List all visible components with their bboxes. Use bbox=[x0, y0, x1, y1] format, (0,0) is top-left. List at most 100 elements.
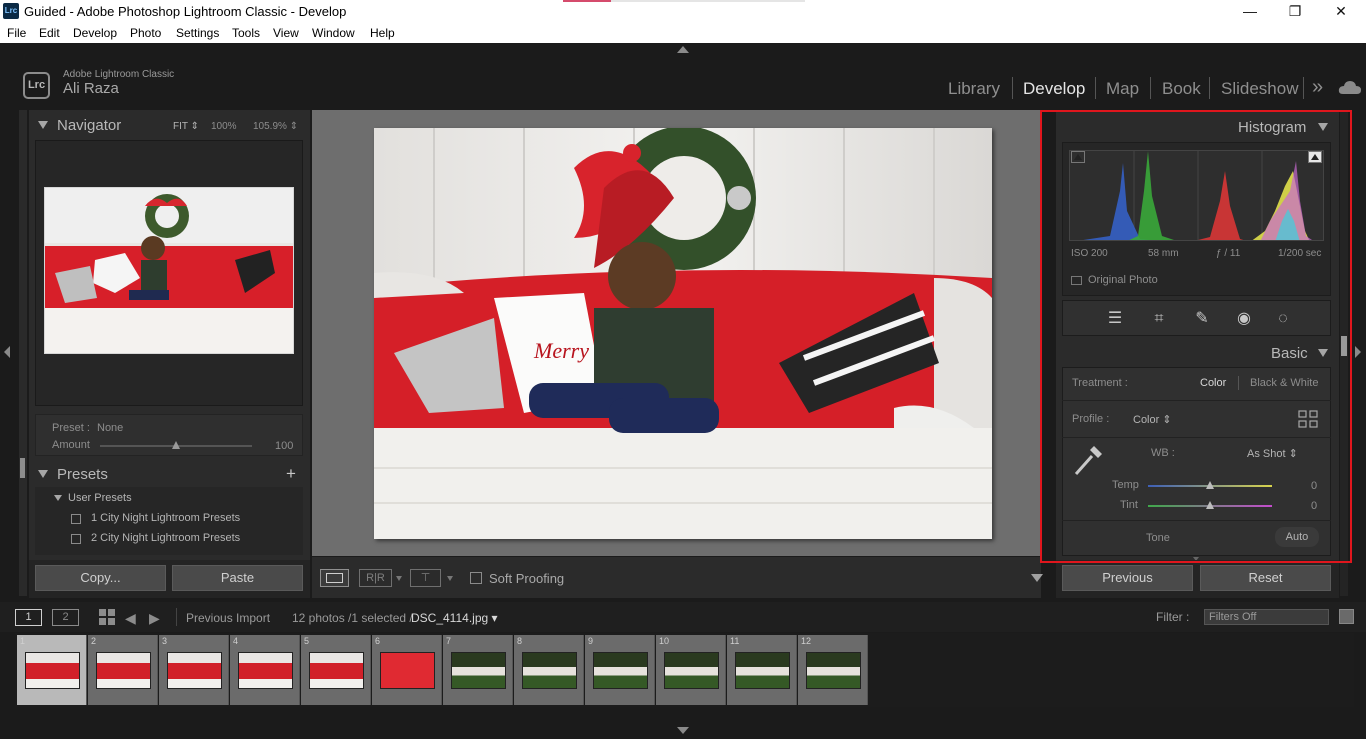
menu-settings[interactable]: Settings bbox=[176, 26, 219, 40]
product-name: Adobe Lightroom Classic bbox=[63, 69, 175, 80]
filter-dropdown[interactable]: Filters Off bbox=[1204, 609, 1329, 625]
more-modules-icon[interactable]: » bbox=[1312, 76, 1323, 99]
minimize-button[interactable]: — bbox=[1227, 0, 1273, 23]
user-presets-group[interactable]: User Presets bbox=[68, 492, 132, 504]
thumbnail-number: 10 bbox=[659, 636, 670, 646]
window-title: Guided - Adobe Photoshop Lightroom Class… bbox=[24, 4, 347, 19]
user-presets-collapse-icon[interactable] bbox=[54, 495, 62, 501]
thumbnail-image bbox=[238, 652, 293, 689]
thumbnail-number: 2 bbox=[91, 636, 97, 646]
menu-window[interactable]: Window bbox=[312, 26, 355, 40]
thumbnail-number: 5 bbox=[304, 636, 310, 646]
collapse-right-arrow-icon[interactable] bbox=[1355, 346, 1361, 358]
thumbnail-image bbox=[309, 652, 364, 689]
window-title-bar: Lrc Guided - Adobe Photoshop Lightroom C… bbox=[0, 0, 1366, 23]
preset-item[interactable]: 2 City Night Lightroom Presets bbox=[91, 532, 240, 544]
filmstrip-count: 12 photos /1 selected / bbox=[292, 611, 413, 625]
filmstrip-thumbnail[interactable]: 2 bbox=[88, 635, 158, 705]
filmstrip-thumbnail[interactable]: 4 bbox=[230, 635, 300, 705]
presets-title[interactable]: Presets bbox=[57, 466, 108, 483]
main-window-button[interactable]: 1 bbox=[15, 609, 42, 626]
module-develop[interactable]: Develop bbox=[1023, 79, 1085, 99]
module-book[interactable]: Book bbox=[1162, 79, 1201, 99]
left-scrollbar-thumb[interactable] bbox=[20, 458, 25, 478]
filmstrip-filename[interactable]: DSC_4114.jpg ▾ bbox=[411, 611, 498, 625]
cloud-icon[interactable] bbox=[1338, 80, 1362, 95]
zoom-custom[interactable]: 105.9% ⇕ bbox=[253, 121, 298, 132]
thumbnail-number: 8 bbox=[517, 636, 523, 646]
split-view-icon[interactable]: ⊤ bbox=[410, 569, 441, 587]
zoom-fit[interactable]: FIT ⇕ bbox=[173, 121, 199, 132]
thumbnail-image bbox=[25, 652, 80, 689]
grid-view-icon[interactable] bbox=[99, 609, 115, 625]
restore-button[interactable]: ❐ bbox=[1272, 0, 1318, 23]
module-slideshow[interactable]: Slideshow bbox=[1221, 79, 1299, 99]
thumbnail-number: 11 bbox=[730, 636, 740, 646]
filmstrip-thumbnail[interactable]: 8 bbox=[514, 635, 584, 705]
soft-proofing-checkbox[interactable] bbox=[470, 572, 482, 584]
menu-help[interactable]: Help bbox=[370, 26, 395, 40]
left-scroll-track[interactable] bbox=[19, 110, 27, 596]
filmstrip-thumbnail[interactable]: 7 bbox=[443, 635, 513, 705]
menu-photo[interactable]: Photo bbox=[130, 26, 161, 40]
thumbnail-image bbox=[451, 652, 506, 689]
previous-button[interactable]: Previous bbox=[1062, 565, 1193, 591]
preset-item[interactable]: 1 City Night Lightroom Presets bbox=[91, 512, 240, 524]
filmstrip-thumbnail[interactable]: 6 bbox=[372, 635, 442, 705]
filter-lock-icon[interactable] bbox=[1339, 609, 1354, 624]
navigator-title[interactable]: Navigator bbox=[57, 117, 121, 134]
zoom-100[interactable]: 100% bbox=[211, 121, 237, 132]
user-name: Ali Raza bbox=[63, 80, 119, 97]
thumbnail-number: 9 bbox=[588, 636, 594, 646]
lightroom-app-icon: Lrc bbox=[3, 3, 19, 19]
menu-develop[interactable]: Develop bbox=[73, 26, 117, 40]
filmstrip-thumbnail[interactable]: 10 bbox=[656, 635, 726, 705]
reset-button[interactable]: Reset bbox=[1200, 565, 1331, 591]
before-after-dropdown-icon[interactable] bbox=[396, 576, 402, 581]
menu-edit[interactable]: Edit bbox=[39, 26, 60, 40]
filmstrip-source[interactable]: Previous Import bbox=[186, 611, 270, 625]
filmstrip-separator bbox=[176, 608, 177, 626]
filmstrip-thumbnail[interactable]: 11 bbox=[727, 635, 797, 705]
thumbnail-number: 12 bbox=[801, 636, 812, 646]
navigator-thumbnail[interactable] bbox=[44, 187, 294, 354]
split-view-dropdown-icon[interactable] bbox=[447, 576, 453, 581]
amount-value: 100 bbox=[275, 440, 294, 452]
collapse-top-arrow-icon[interactable] bbox=[677, 46, 689, 53]
filmstrip-thumbnail[interactable]: 5 bbox=[301, 635, 371, 705]
soft-proofing-label[interactable]: Soft Proofing bbox=[489, 571, 564, 586]
filmstrip-thumbnail[interactable]: 12 bbox=[798, 635, 868, 705]
presets-collapse-icon[interactable] bbox=[38, 470, 48, 478]
before-after-icon[interactable]: R|R bbox=[359, 569, 392, 587]
thumbnail-image bbox=[96, 652, 151, 689]
collapse-bottom-arrow-icon[interactable] bbox=[677, 727, 689, 734]
collapse-left-arrow-icon[interactable] bbox=[4, 346, 10, 358]
module-separator bbox=[1095, 77, 1096, 99]
secondary-window-button[interactable]: 2 bbox=[52, 609, 79, 626]
preset-label: Preset : bbox=[52, 422, 90, 434]
main-photo[interactable]: Merry bbox=[374, 128, 992, 539]
close-button[interactable]: ✕ bbox=[1318, 0, 1364, 23]
paste-button[interactable]: Paste bbox=[172, 565, 303, 591]
loupe-view-icon[interactable] bbox=[320, 569, 349, 587]
thumbnail-image bbox=[664, 652, 719, 689]
preset-value: None bbox=[97, 422, 124, 434]
menu-tools[interactable]: Tools bbox=[232, 26, 260, 40]
menu-file[interactable]: File bbox=[7, 26, 26, 40]
filmstrip-thumbnail[interactable]: 9 bbox=[585, 635, 655, 705]
filmstrip-thumbnail[interactable]: 3 bbox=[159, 635, 229, 705]
thumbnail-image bbox=[593, 652, 648, 689]
menu-view[interactable]: View bbox=[273, 26, 299, 40]
forward-arrow-icon[interactable]: ▶ bbox=[149, 610, 160, 627]
toolbar-menu-icon[interactable] bbox=[1031, 574, 1043, 582]
filmstrip-thumbnail[interactable]: 1 bbox=[17, 635, 87, 705]
add-preset-icon[interactable]: + bbox=[286, 464, 296, 484]
copy-button[interactable]: Copy... bbox=[35, 565, 166, 591]
thumbnail-image bbox=[380, 652, 435, 689]
module-separator bbox=[1303, 77, 1304, 99]
back-arrow-icon[interactable]: ◀ bbox=[125, 610, 136, 627]
module-map[interactable]: Map bbox=[1106, 79, 1139, 99]
module-library[interactable]: Library bbox=[948, 79, 1000, 99]
navigator-collapse-icon[interactable] bbox=[38, 121, 48, 129]
amount-slider-thumb[interactable] bbox=[172, 441, 180, 449]
